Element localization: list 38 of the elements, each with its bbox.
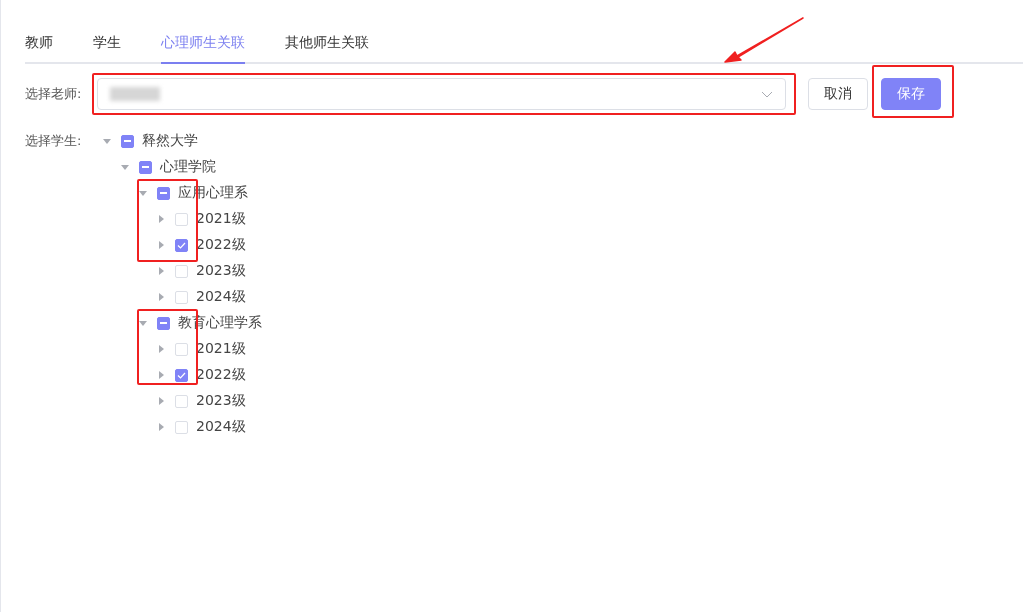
caret-icon[interactable] <box>157 345 165 353</box>
tab[interactable]: 学生 <box>93 30 121 64</box>
caret-icon[interactable] <box>103 137 111 145</box>
checkbox[interactable] <box>175 368 188 382</box>
tree-node-label[interactable]: 2021级 <box>196 340 246 358</box>
checkbox[interactable] <box>139 160 152 174</box>
tree-node-label[interactable]: 2021级 <box>196 210 246 228</box>
caret-icon[interactable] <box>139 319 147 327</box>
tree-node-label[interactable]: 释然大学 <box>142 132 198 150</box>
checkbox[interactable] <box>157 316 170 330</box>
caret-icon[interactable] <box>157 215 165 223</box>
redacted-value <box>110 87 160 101</box>
field-label: 选择学生: <box>25 132 83 150</box>
tree-node-label[interactable]: 心理学院 <box>160 158 216 176</box>
caret-icon[interactable] <box>157 293 165 301</box>
caret-icon[interactable] <box>157 371 165 379</box>
tree-node-label[interactable]: 2024级 <box>196 418 246 436</box>
caret-icon[interactable] <box>157 423 165 431</box>
caret-icon[interactable] <box>139 189 147 197</box>
chevron-down-icon <box>761 90 773 98</box>
tree-node-label[interactable]: 2024级 <box>196 288 246 306</box>
checkbox[interactable] <box>121 134 134 148</box>
checkbox[interactable] <box>175 238 188 252</box>
caret-icon[interactable] <box>157 397 165 405</box>
tree-node-label[interactable]: 2022级 <box>196 366 246 384</box>
caret-icon[interactable] <box>121 163 129 171</box>
field-label: 选择老师: <box>25 85 83 103</box>
caret-icon[interactable] <box>157 267 165 275</box>
tab[interactable]: 心理师生关联 <box>161 30 245 64</box>
cancel-button[interactable]: 取消 <box>808 78 868 110</box>
tree-node-label[interactable]: 2022级 <box>196 236 246 254</box>
tree-node-label[interactable]: 2023级 <box>196 262 246 280</box>
tab[interactable]: 其他师生关联 <box>285 30 369 64</box>
tab[interactable]: 教师 <box>25 30 53 64</box>
checkbox[interactable] <box>157 186 170 200</box>
tree-node-label[interactable]: 2023级 <box>196 392 246 410</box>
caret-icon[interactable] <box>157 241 165 249</box>
teacher-select[interactable] <box>97 78 786 110</box>
